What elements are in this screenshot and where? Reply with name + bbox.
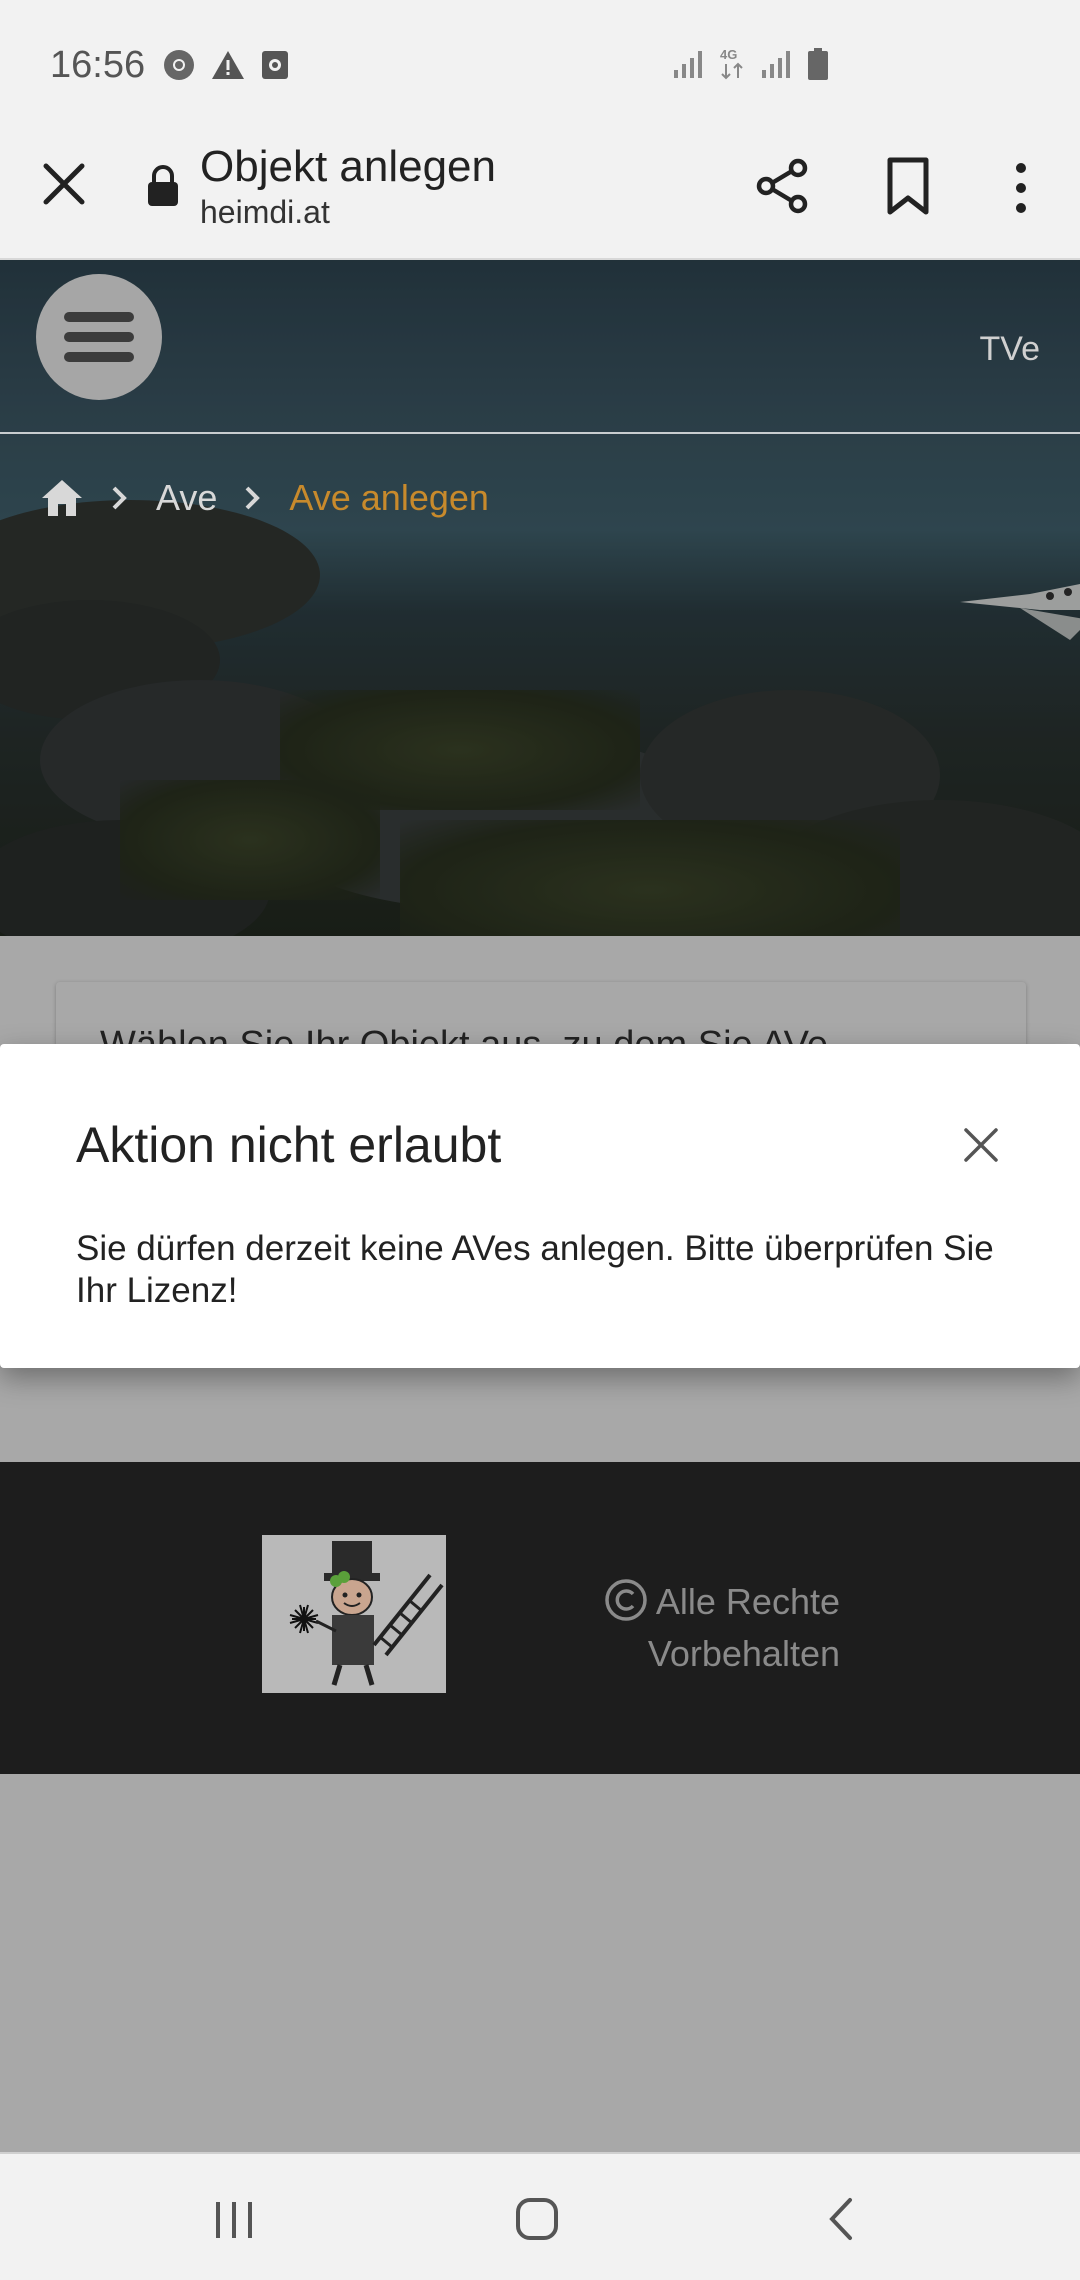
- menu-line: [64, 312, 134, 322]
- share-icon[interactable]: [752, 156, 812, 216]
- breadcrumb-item-ave[interactable]: Ave: [156, 477, 217, 519]
- copyright-line-2: Vorbehalten: [647, 1633, 840, 1674]
- close-icon[interactable]: [38, 158, 90, 210]
- chevron-right-icon: [245, 486, 261, 510]
- chevron-right-icon: [112, 486, 127, 510]
- copyright-line-1: Alle Rechte: [570, 1576, 840, 1628]
- copyright-text: Alle Rechte Vorbehalten: [570, 1576, 840, 1680]
- hamburger-menu-button[interactable]: [36, 274, 162, 400]
- url-label[interactable]: heimdi.at: [200, 194, 330, 231]
- breadcrumb-current: Ave anlegen: [289, 477, 489, 518]
- warning-icon: [212, 51, 244, 79]
- svg-text:4G: 4G: [720, 47, 737, 62]
- chimney-sweep-logo: [262, 1535, 446, 1693]
- 4g-icon: 4G: [720, 47, 743, 80]
- copyright-line-1-text: Alle Rechte: [655, 1581, 840, 1622]
- lock-icon: [148, 165, 178, 206]
- footer: Alle Rechte Vorbehalten: [0, 1462, 1080, 1774]
- copyright-icon: [605, 1579, 647, 1621]
- screen-recorder-icon: [262, 51, 288, 79]
- status-right-icons: 4G: [672, 46, 830, 82]
- home-icon[interactable]: [40, 478, 84, 518]
- system-nav-bar: [0, 2152, 1080, 2280]
- back-icon[interactable]: [824, 2196, 856, 2242]
- status-left-icons: [162, 48, 290, 82]
- status-time: 16:56: [50, 44, 146, 86]
- header-divider: [0, 432, 1080, 434]
- hero-banner: TVe Ave Ave anlegen: [0, 260, 1080, 936]
- modal-message: Sie dürfen derzeit keine AVes anlegen. B…: [76, 1229, 994, 1310]
- modal-title: Aktion nicht erlaubt: [76, 1117, 502, 1173]
- battery-icon: [808, 48, 828, 80]
- hero-overlay: [0, 260, 1080, 936]
- close-icon[interactable]: [956, 1120, 1006, 1170]
- menu-line: [64, 352, 134, 362]
- recent-apps-icon[interactable]: [212, 2200, 256, 2240]
- page-title: Objekt anlegen: [200, 142, 496, 191]
- status-bar: 16:56 4G: [0, 0, 1080, 130]
- menu-line: [64, 332, 134, 342]
- breadcrumb: Ave Ave anlegen: [40, 468, 489, 528]
- browser-toolbar: Objekt anlegen heimdi.at: [0, 130, 1080, 260]
- modal-dialog: Aktion nicht erlaubt Sie dürfen derzeit …: [0, 1044, 1080, 1368]
- chrome-icon: [164, 50, 194, 80]
- bookmark-icon[interactable]: [880, 156, 936, 216]
- user-label[interactable]: TVe: [980, 330, 1040, 369]
- home-nav-icon[interactable]: [514, 2196, 560, 2242]
- signal-icon: [762, 51, 790, 78]
- signal-icon: [674, 51, 702, 78]
- more-menu-icon[interactable]: [1006, 160, 1036, 216]
